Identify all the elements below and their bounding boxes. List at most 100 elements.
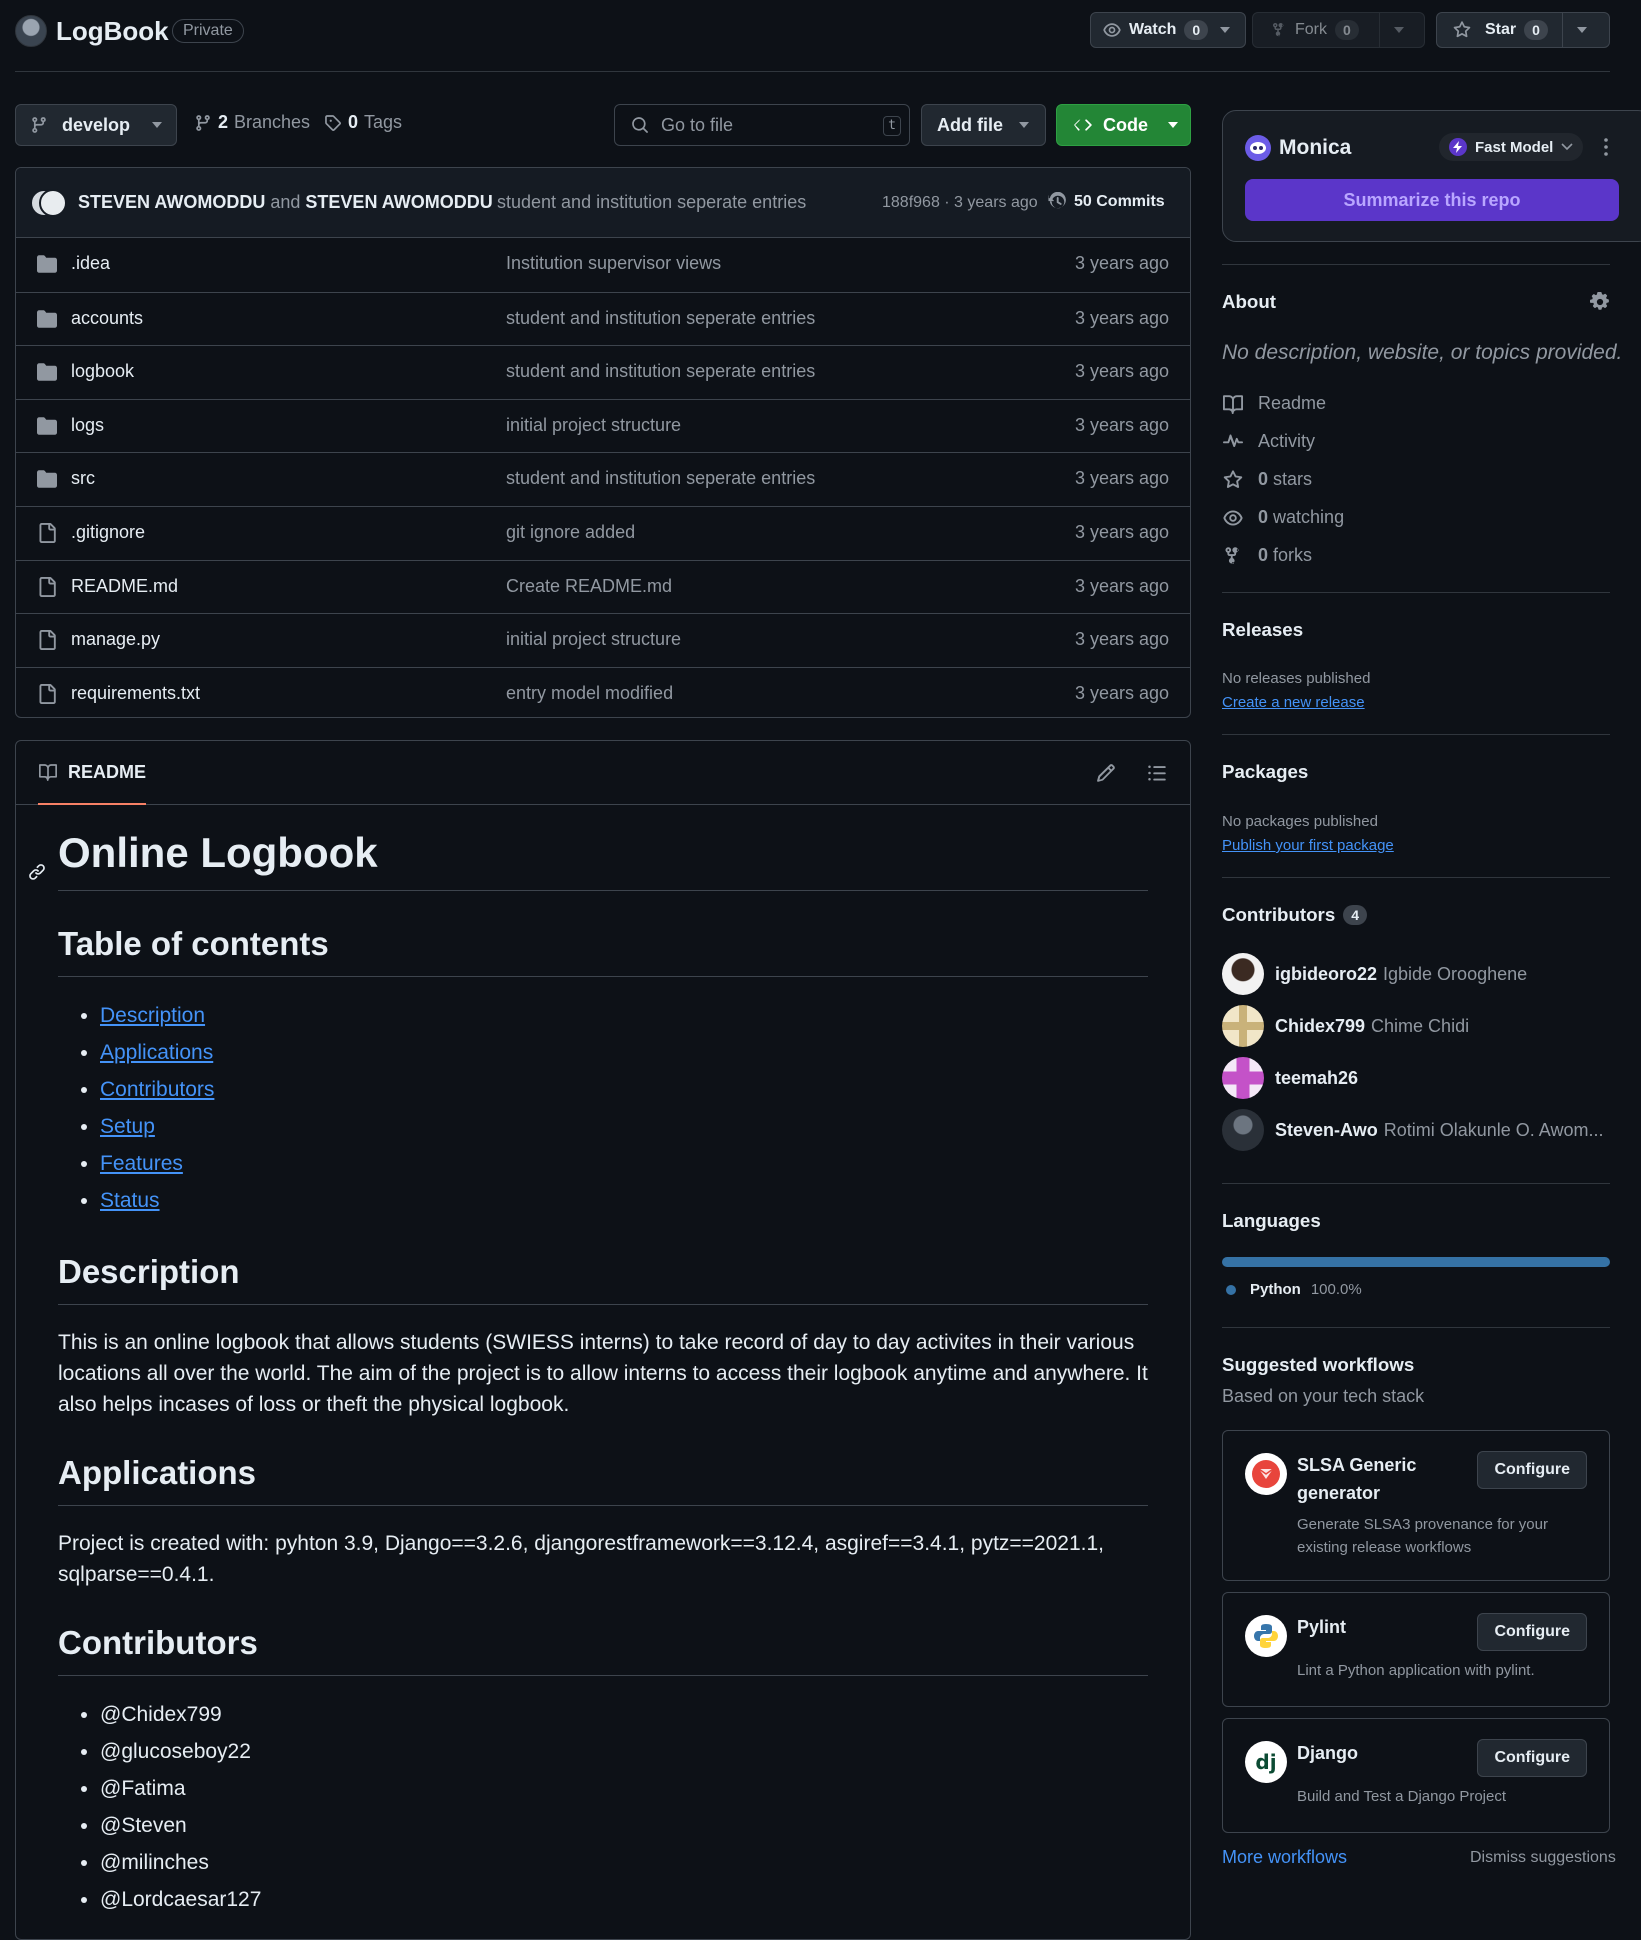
contributor-item[interactable]: igbideoro22 Igbide Orooghene [1222, 953, 1527, 995]
commit-and-text: and [270, 192, 301, 212]
eye-icon [1222, 508, 1244, 528]
file-row[interactable]: src student and institution seperate entr… [16, 452, 1190, 506]
file-name-link[interactable]: requirements.txt [71, 683, 200, 704]
readme-tab[interactable]: README [38, 741, 147, 805]
file-row[interactable]: README.md Create README.md 3 years ago [16, 559, 1190, 614]
releases-heading[interactable]: Releases [1222, 619, 1610, 641]
toc-link[interactable]: Contributors [100, 1078, 214, 1101]
gear-icon[interactable] [1590, 292, 1610, 312]
contributors-heading[interactable]: Contributors 4 [1222, 904, 1610, 926]
file-commit-message-link[interactable]: entry model modified [506, 683, 673, 704]
commit-hash-age[interactable]: 188f968 · 3 years ago [882, 194, 1038, 212]
file-commit-age: 3 years ago [1074, 468, 1169, 489]
book-icon [1222, 394, 1244, 414]
file-commit-message-link[interactable]: initial project structure [506, 415, 681, 436]
fork-button[interactable]: Fork 0 [1252, 12, 1425, 48]
toc-link[interactable]: Setup [100, 1115, 155, 1138]
more-options-icon[interactable] [1603, 137, 1609, 157]
file-row[interactable]: .gitignore git ignore added 3 years ago [16, 505, 1190, 560]
watching-label: watching [1273, 507, 1345, 527]
contributor-item[interactable]: Chidex799 Chime Chidi [1222, 1005, 1469, 1047]
watch-button[interactable]: Watch 0 [1090, 12, 1246, 48]
code-button[interactable]: Code [1056, 104, 1191, 146]
file-name-link[interactable]: .idea [71, 253, 110, 274]
watching-link[interactable]: 0 watching [1222, 507, 1344, 528]
file-name-link[interactable]: accounts [71, 308, 143, 329]
file-name-link[interactable]: src [71, 468, 95, 489]
file-row[interactable]: logs initial project structure 3 years ago [16, 398, 1190, 453]
sidebar-divider [1222, 877, 1610, 878]
anchor-link-icon[interactable] [28, 863, 46, 881]
star-button[interactable]: Star 0 [1436, 12, 1610, 48]
file-name-link[interactable]: logbook [71, 361, 134, 382]
forks-label: forks [1273, 545, 1313, 565]
owner-avatar[interactable] [15, 15, 47, 47]
dismiss-suggestions-link[interactable]: Dismiss suggestions [1470, 1849, 1616, 1867]
file-name-link[interactable]: logs [71, 415, 104, 436]
tags-link[interactable]: 0 Tags [324, 112, 402, 133]
header-divider [15, 71, 1610, 72]
file-name-link[interactable]: README.md [71, 576, 178, 597]
toc-link[interactable]: Status [100, 1189, 160, 1212]
commit-author-link[interactable]: STEVEN AWOMODDU [305, 192, 492, 212]
caret-down-icon[interactable] [1393, 27, 1404, 33]
file-commit-message-link[interactable]: student and institution seperate entries [506, 308, 815, 329]
file-commit-message-link[interactable]: git ignore added [506, 522, 635, 543]
activity-link[interactable]: Activity [1222, 431, 1315, 452]
file-commit-message-link[interactable]: Create README.md [506, 576, 672, 597]
commit-avatars[interactable] [30, 189, 67, 217]
model-selector[interactable]: Fast Model [1439, 133, 1584, 161]
toc-link[interactable]: Features [100, 1152, 183, 1175]
contributor-item[interactable]: Steven-Awo Rotimi Olakunle O. Awom... [1222, 1109, 1603, 1151]
language-item[interactable]: Python 100.0% [1226, 1281, 1362, 1298]
outline-list-icon[interactable] [1147, 763, 1167, 783]
file-row[interactable]: logbook student and institution seperate … [16, 345, 1190, 399]
file-row[interactable]: manage.py initial project structure 3 year… [16, 613, 1190, 667]
toc-link[interactable]: Applications [100, 1041, 213, 1064]
about-heading: About [1222, 291, 1277, 312]
stars-label: stars [1273, 469, 1313, 489]
commit-message-link[interactable]: student and institution seperate entries [497, 192, 806, 213]
file-row[interactable]: requirements.txt entry model modified 3 ye… [16, 666, 1190, 717]
branches-link[interactable]: 2 Branches [194, 112, 310, 133]
readme-contributor-item: @Steven [100, 1807, 1148, 1844]
configure-button[interactable]: Configure [1477, 1451, 1587, 1489]
create-release-link[interactable]: Create a new release [1222, 694, 1365, 711]
caret-down-icon [1220, 27, 1231, 33]
commit-authors: STEVEN AWOMODDU and STEVEN AWOMODDU [78, 192, 493, 213]
file-commit-message-link[interactable]: student and institution seperate entries [506, 361, 815, 382]
repo-name-link[interactable]: LogBook [56, 16, 169, 47]
file-row[interactable]: .idea Institution supervisor views 3 years… [16, 238, 1190, 292]
configure-button[interactable]: Configure [1477, 1739, 1587, 1777]
stars-link[interactable]: 0 stars [1222, 469, 1312, 490]
contributor-item[interactable]: teemah26 [1222, 1057, 1364, 1099]
configure-button[interactable]: Configure [1477, 1613, 1587, 1651]
file-commit-message-link[interactable]: initial project structure [506, 629, 681, 650]
file-row[interactable]: accounts student and institution seperate… [16, 291, 1190, 346]
publish-package-link[interactable]: Publish your first package [1222, 837, 1394, 854]
go-to-file-input[interactable]: Go to file t [614, 104, 910, 146]
commits-history-link[interactable]: 50 Commits [1048, 192, 1165, 212]
add-file-button[interactable]: Add file [921, 104, 1046, 146]
book-icon [38, 763, 58, 781]
forks-link[interactable]: 0 forks [1222, 545, 1312, 566]
file-name-link[interactable]: manage.py [71, 629, 160, 650]
readme-link[interactable]: Readme [1222, 393, 1326, 414]
file-commit-message-link[interactable]: Institution supervisor views [506, 253, 721, 274]
file-commit-message-link[interactable]: student and institution seperate entries [506, 468, 815, 489]
folder-icon [36, 416, 58, 436]
summarize-repo-button[interactable]: Summarize this repo [1245, 179, 1619, 221]
edit-pencil-icon[interactable] [1096, 763, 1116, 783]
commit-author-link[interactable]: STEVEN AWOMODDU [78, 192, 265, 212]
contributor-full-name: Igbide Orooghene [1383, 963, 1528, 984]
toc-link[interactable]: Description [100, 1004, 205, 1027]
packages-empty-text: No packages published [1222, 813, 1378, 830]
file-name-link[interactable]: .gitignore [71, 522, 145, 543]
caret-down-icon[interactable] [1576, 27, 1587, 33]
eye-icon [1103, 21, 1121, 39]
branch-selector[interactable]: develop [15, 104, 177, 146]
branch-icon [30, 116, 48, 134]
more-workflows-link[interactable]: More workflows [1222, 1847, 1347, 1868]
packages-heading[interactable]: Packages [1222, 761, 1610, 783]
workflow-name: Pylint [1297, 1617, 1347, 1637]
